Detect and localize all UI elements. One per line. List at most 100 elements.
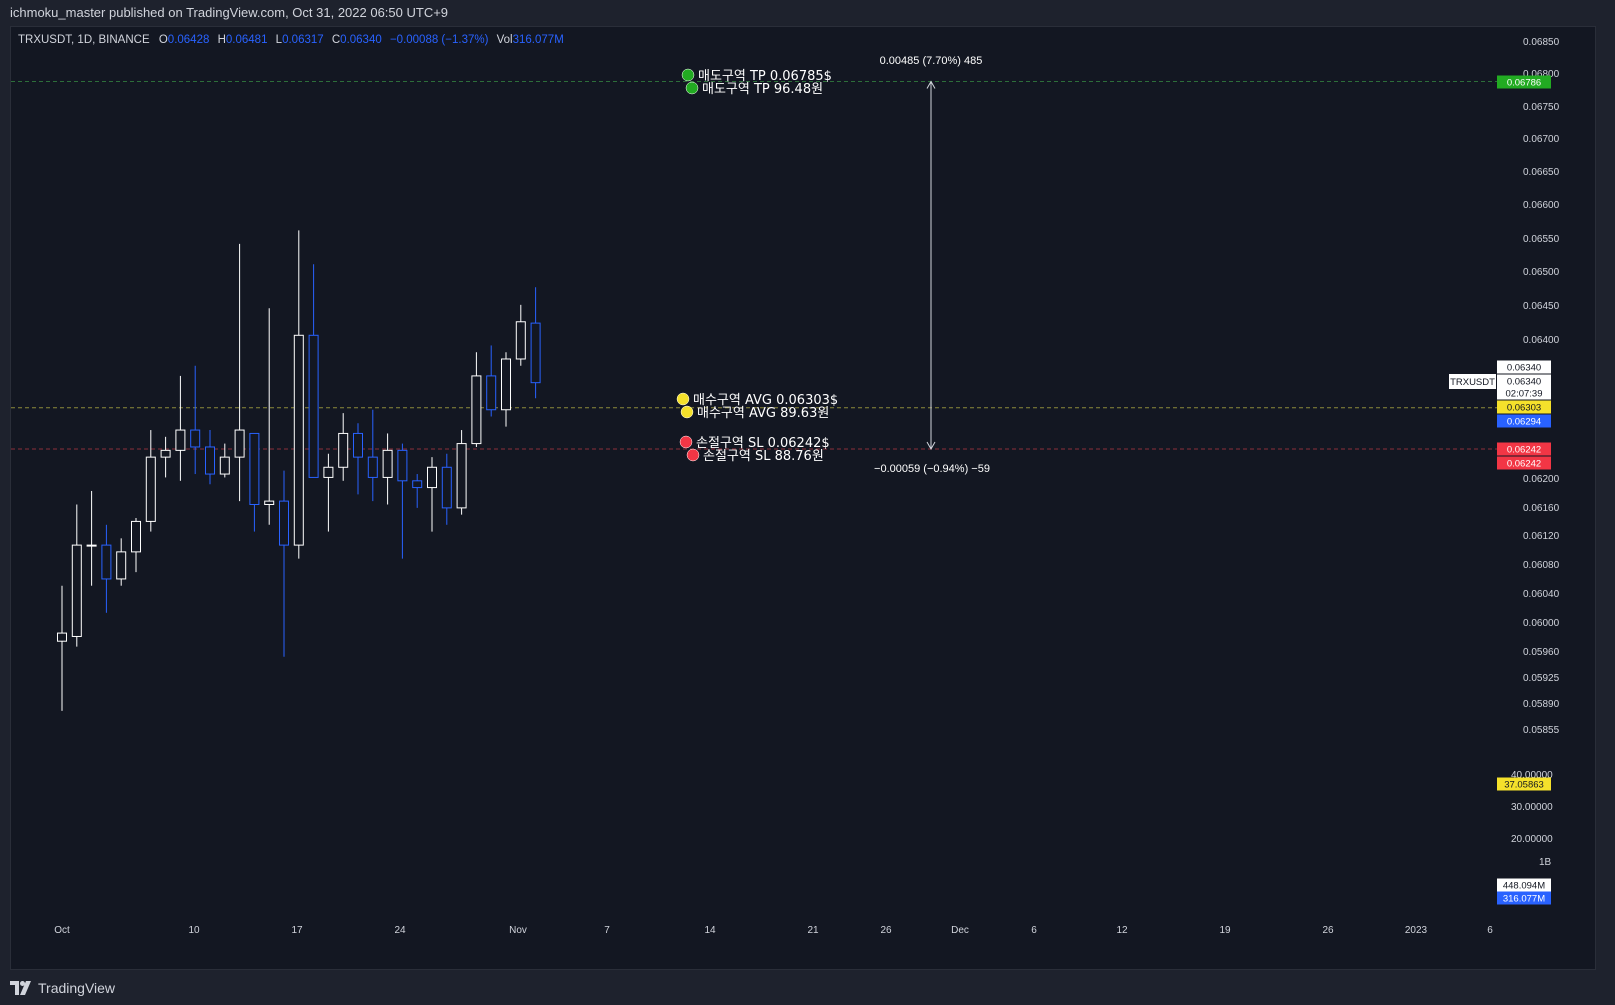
- tp-level-tag: 0.06786: [1507, 78, 1541, 89]
- candle-up: [471, 375, 482, 445]
- time-axis-tick: 14: [704, 925, 716, 936]
- candle-up: [338, 432, 349, 468]
- candle-up: [515, 321, 526, 360]
- chart-canvas[interactable]: 0.068500.068000.067500.067000.066500.066…: [11, 27, 1595, 969]
- price-axis-tick: 0.06000: [1523, 618, 1560, 629]
- footer-bar: TradingView: [0, 970, 1615, 1005]
- price-axis-tick: 0.06700: [1523, 134, 1560, 145]
- candle-up: [501, 358, 511, 411]
- open-value: 0.06428: [167, 34, 210, 46]
- candle-down: [367, 456, 378, 478]
- price-axis-tick: 0.06160: [1523, 503, 1560, 514]
- high-value: 0.06481: [225, 34, 268, 46]
- sl-level-2-tag: 0.06242: [1507, 459, 1541, 470]
- time-axis-tick: 10: [188, 925, 200, 936]
- time-axis-tick: 2023: [1405, 925, 1428, 936]
- candle-up: [427, 466, 437, 489]
- time-axis-tick: 24: [394, 925, 406, 936]
- time-axis-tick: Dec: [951, 925, 969, 936]
- candle-down: [412, 480, 423, 489]
- price-axis-tick: 0.06850: [1523, 37, 1560, 48]
- candle-down: [308, 334, 319, 478]
- sl-level-tag: 0.06242: [1507, 445, 1541, 456]
- volume-value: 316.077M: [512, 34, 564, 46]
- time-axis-tick: 26: [1322, 925, 1334, 936]
- symbol-tag: TRXUSDT: [1450, 377, 1495, 388]
- sl-marker-icon: [686, 448, 700, 462]
- candle-down: [397, 449, 408, 482]
- volume-axis-tick: 20.00000: [1511, 834, 1553, 845]
- candle-up: [145, 456, 156, 522]
- time-axis-tick: 6: [1487, 925, 1493, 936]
- change-value: −0.00088 (−1.37%): [389, 34, 489, 46]
- avg-label: 매수구역 AVG 89.63원: [697, 406, 829, 421]
- price-axis-tick: 0.06200: [1523, 474, 1560, 485]
- candle-down: [441, 466, 452, 509]
- avg-marker-icon: [676, 392, 690, 406]
- time-axis-tick: 12: [1116, 925, 1128, 936]
- vol-blue-tag: 316.077M: [1503, 894, 1545, 905]
- candle-up: [57, 632, 67, 642]
- price-axis-tick: 0.06080: [1523, 560, 1560, 571]
- candle-down: [190, 429, 201, 448]
- candle-up: [131, 520, 141, 553]
- candle-down: [530, 322, 541, 384]
- tradingview-logo-icon: [10, 980, 31, 995]
- price-axis-tick: 0.05890: [1523, 699, 1560, 710]
- volume-axis-tick: 30.00000: [1511, 802, 1553, 813]
- price-axis-tick: 0.06500: [1523, 267, 1560, 278]
- close-value: 0.06340: [340, 34, 382, 46]
- measure-up-label: 0.00485 (7.70%) 485: [880, 55, 983, 67]
- last-price-tag: 0.06340: [1507, 363, 1541, 374]
- tradingview-logo[interactable]: TradingView: [10, 980, 115, 996]
- time-axis-tick: Nov: [509, 925, 527, 936]
- price-axis-tick: 0.06600: [1523, 200, 1560, 211]
- price-axis-tick: 0.06120: [1523, 531, 1560, 542]
- vol-white-tag: 448.094M: [1503, 881, 1545, 892]
- candle-up: [116, 551, 127, 580]
- time-axis-tick: Oct: [54, 925, 70, 936]
- avg-marker-icon: [680, 405, 694, 419]
- price-axis-tick: 0.06750: [1523, 102, 1560, 113]
- time-axis-tick: 19: [1219, 925, 1231, 936]
- sl-label: 손절구역 SL 88.76원: [703, 449, 824, 464]
- price-axis-tick: 0.06550: [1523, 234, 1560, 245]
- price-axis-tick: 0.06450: [1523, 301, 1560, 312]
- volume-label: Vol: [496, 34, 513, 46]
- last-price-2-tag: 0.06340: [1507, 377, 1541, 388]
- tradingview-brand: TradingView: [38, 979, 116, 996]
- measure-down-label: −0.00059 (−0.94%) −59: [874, 463, 990, 475]
- candle-down: [353, 432, 363, 458]
- time-axis-tick: 6: [1031, 925, 1037, 936]
- ohlc-legend: TRXUSDT, 1D, BINANCE O0.06428 H0.06481 L…: [18, 34, 569, 46]
- candle-down: [101, 544, 112, 580]
- publisher-bar: ichmoku_master published on TradingView.…: [0, 0, 1615, 26]
- open-label: O: [158, 34, 168, 46]
- high-label: H: [217, 34, 226, 46]
- chart-pane[interactable]: 0.06850 0.06800 0.06750 0.06700 0.06650 0.066…: [10, 26, 1596, 970]
- blue-price-tag: 0.06294: [1507, 417, 1541, 428]
- price-axis-tick: 0.06400: [1523, 335, 1560, 346]
- candle-up: [175, 429, 186, 451]
- close-label: C: [331, 34, 341, 46]
- volume-axis-tick: 1B: [1539, 857, 1552, 868]
- price-axis-tick: 0.05855: [1523, 725, 1560, 736]
- price-axis-tick: 0.06040: [1523, 589, 1560, 600]
- candle-up: [71, 544, 82, 637]
- price-axis-tick: 0.06650: [1523, 167, 1560, 178]
- candle-up: [234, 429, 245, 458]
- price-axis-tick: 0.05960: [1523, 647, 1560, 658]
- avg-level-tag: 0.06303: [1507, 403, 1541, 414]
- tp-marker-icon: [681, 68, 695, 82]
- candle-up: [160, 449, 171, 458]
- sl-marker-icon: [679, 435, 693, 449]
- symbol-label[interactable]: TRXUSDT, 1D, BINANCE: [18, 34, 150, 46]
- candle-up: [456, 443, 467, 509]
- candle-down: [249, 432, 260, 505]
- time-axis-tick: 21: [807, 925, 819, 936]
- candle-up: [264, 500, 275, 505]
- publisher-text: ichmoku_master published on TradingView.…: [10, 5, 449, 20]
- candle-up: [219, 456, 230, 475]
- tp-marker-icon: [685, 81, 699, 95]
- low-value: 0.06317: [282, 34, 324, 46]
